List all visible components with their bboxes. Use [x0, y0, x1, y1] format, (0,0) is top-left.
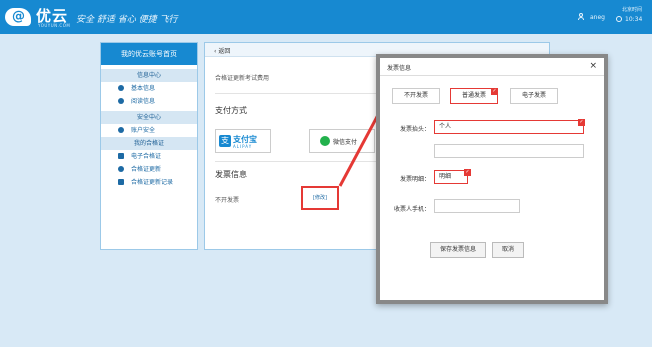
option-e-invoice[interactable]: 电子发票 — [510, 88, 558, 104]
alipay-icon: 支 — [219, 135, 231, 147]
sidebar: 我的优云账号首页 信息中心 基本信息 阅读信息 安全中心 账户安全 我的合格证 … — [100, 42, 198, 250]
time-value: 10:34 — [625, 16, 643, 23]
sidebar-item-account-security[interactable]: 账户安全 — [101, 124, 197, 137]
sidebar-section-info: 信息中心 — [101, 69, 197, 82]
time-label: 北京时间 — [622, 7, 643, 13]
sidebar-item-label: 基本信息 — [131, 85, 156, 92]
sidebar-item-basic-info[interactable]: 基本信息 — [101, 82, 197, 95]
payment-title: 支付方式 — [215, 106, 247, 115]
modal-header: 发票信息 × — [380, 58, 604, 76]
sidebar-section-security: 安全中心 — [101, 111, 197, 124]
sidebar-item-label: 合格证更新 — [131, 166, 162, 173]
sidebar-item-read-info[interactable]: 阅读信息 — [101, 95, 197, 108]
sidebar-item-cert-update-log[interactable]: 合格证更新记录 — [101, 176, 197, 189]
list-icon — [118, 179, 124, 185]
invoice-detail-label: 发票明细： — [399, 176, 430, 183]
invoice-header-input[interactable]: 个人 — [434, 120, 584, 134]
sidebar-section-certificate: 我的合格证 — [101, 137, 197, 150]
invoice-modal: 发票信息 × 不开发票 普通发票 ✓ 电子发票 发票抬头： 个人 ✓ 发票明细：… — [376, 54, 608, 304]
gear-icon — [118, 127, 124, 133]
option-normal-invoice[interactable]: 普通发票 ✓ — [450, 88, 498, 104]
card-icon — [118, 153, 124, 159]
user-icon — [118, 85, 124, 91]
invoice-status: 不开发票 — [215, 197, 240, 204]
clock-icon — [616, 16, 622, 22]
invoice-detail-select[interactable]: 明细 — [434, 170, 468, 184]
close-icon[interactable]: × — [589, 61, 597, 71]
sidebar-item-cert-update[interactable]: 合格证更新 — [101, 163, 197, 176]
sidebar-title[interactable]: 我的优云账号首页 — [101, 43, 197, 65]
option-label: 普通发票 — [461, 92, 486, 99]
option-label: 电子发票 — [521, 92, 546, 99]
invoice-title: 发票信息 — [215, 170, 247, 179]
receiver-phone-label: 收票人手机： — [393, 206, 430, 213]
back-label: 返回 — [218, 48, 231, 55]
invoice-header-label: 发票抬头： — [399, 126, 430, 133]
cert-fee-text: 合格证更新考试费用 — [215, 75, 270, 82]
option-no-invoice[interactable]: 不开发票 — [392, 88, 440, 104]
sidebar-item-label: 电子合格证 — [131, 153, 162, 160]
cancel-button[interactable]: 取消 — [492, 242, 524, 258]
back-button[interactable]: ‹ 返回 — [214, 46, 230, 55]
logo-icon — [5, 8, 31, 26]
user-icon — [578, 13, 584, 20]
wechat-option[interactable]: 微信支付 — [309, 129, 375, 153]
slogan: 安全 舒适 省心 便捷 飞行 — [76, 15, 178, 25]
sidebar-item-e-cert[interactable]: 电子合格证 — [101, 150, 197, 163]
modify-invoice-link[interactable]: [修改] — [301, 186, 339, 210]
check-icon: ✓ — [491, 88, 498, 95]
check-icon: ✓ — [464, 169, 471, 176]
save-invoice-button[interactable]: 保存发票信息 — [430, 242, 486, 258]
alipay-sublabel: ALIPAY — [233, 144, 253, 149]
receiver-phone-input[interactable] — [434, 199, 520, 213]
username[interactable]: aneg — [590, 14, 605, 21]
wechat-label: 微信支付 — [333, 139, 358, 146]
modal-title: 发票信息 — [387, 65, 412, 72]
top-bar: 优云 YOUYUN.COM 安全 舒适 省心 便捷 飞行 aneg 北京时间 1… — [0, 0, 652, 34]
wechat-icon — [320, 136, 330, 146]
option-label: 不开发票 — [403, 92, 428, 99]
user-icon — [118, 98, 124, 104]
invoice-header-extra-input[interactable] — [434, 144, 584, 158]
sidebar-item-label: 账户安全 — [131, 127, 156, 134]
refresh-icon — [118, 166, 124, 172]
logo-subtext: YOUYUN.COM — [38, 23, 71, 28]
sidebar-item-label: 合格证更新记录 — [131, 179, 174, 186]
alipay-option[interactable]: 支 支付宝 ALIPAY — [215, 129, 271, 153]
check-icon: ✓ — [578, 119, 585, 126]
sidebar-item-label: 阅读信息 — [131, 98, 156, 105]
